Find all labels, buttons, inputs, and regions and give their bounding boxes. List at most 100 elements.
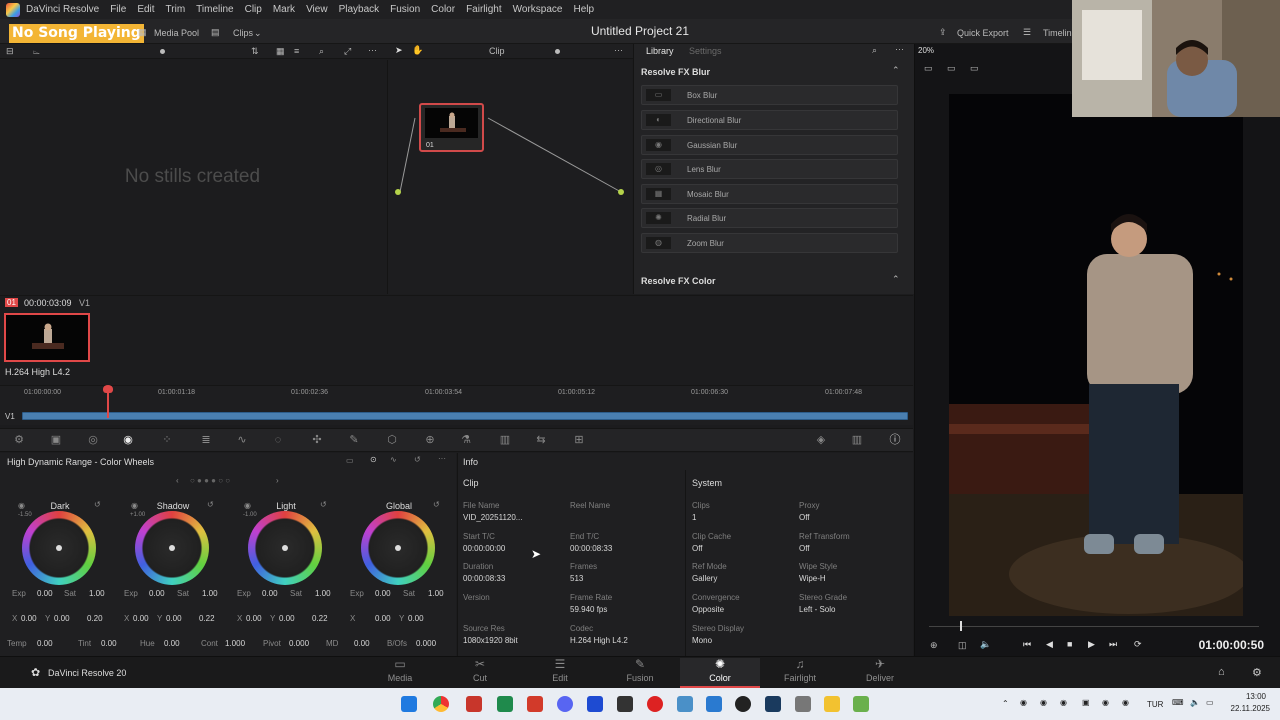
skip-start-icon[interactable]: ⏮ <box>1023 639 1031 650</box>
recorder-icon[interactable] <box>647 696 663 712</box>
menu-view[interactable]: View <box>306 4 328 15</box>
windows-start-icon[interactable] <box>401 696 417 712</box>
menu-mark[interactable]: Mark <box>273 4 295 15</box>
window-icon[interactable]: ⬡ <box>386 434 398 446</box>
menu-workspace[interactable]: Workspace <box>513 4 563 15</box>
color-wheel-light[interactable] <box>248 511 322 585</box>
fx-radial-blur[interactable]: ✺ Radial Blur <box>641 208 898 228</box>
tab-settings[interactable]: Settings <box>689 46 722 56</box>
viewer-image[interactable] <box>949 94 1243 616</box>
keyframes-icon[interactable]: ◈ <box>815 434 827 446</box>
x-value-shadow[interactable]: 0.00 <box>133 614 149 623</box>
menu-playback[interactable]: Playback <box>339 4 380 15</box>
pivot-value[interactable]: 0.000 <box>289 639 309 648</box>
y-value-shadow[interactable]: 0.22 <box>199 614 215 623</box>
bofs-value[interactable]: 0.000 <box>416 639 436 648</box>
color-wheel-global[interactable] <box>361 511 435 585</box>
page-prev-icon[interactable]: ‹ <box>176 476 179 485</box>
loop-icon[interactable]: ⟳ <box>1134 639 1142 650</box>
exp-value-global[interactable]: 0.00 <box>375 589 391 598</box>
clock-date[interactable]: 22.11.2025 <box>1222 704 1270 713</box>
tray-app-icon[interactable]: ◉ <box>1122 698 1129 707</box>
tray-app-icon[interactable]: ◉ <box>1102 698 1109 707</box>
vivaldi-icon[interactable] <box>466 696 482 712</box>
app-icon[interactable] <box>795 696 811 712</box>
menu-fairlight[interactable]: Fairlight <box>466 4 502 15</box>
key-icon[interactable]: ⇆ <box>535 434 547 446</box>
hdr-wheels-icon[interactable]: ◉ <box>122 434 134 446</box>
zoom-slider-handle[interactable] <box>555 49 560 54</box>
play-icon[interactable]: ▶ <box>1088 639 1095 650</box>
menu-edit[interactable]: Edit <box>137 4 154 15</box>
more-options-icon[interactable]: ··· <box>368 45 377 55</box>
x-value-dark[interactable]: 0.00 <box>21 614 37 623</box>
sat-value-shadow[interactable]: 1.00 <box>202 589 218 598</box>
hand-tool-icon[interactable]: ✋ <box>412 45 423 56</box>
output-node-dot[interactable] <box>618 189 624 195</box>
terminal-icon[interactable] <box>497 696 513 712</box>
motion-effects-icon[interactable]: ≣ <box>200 434 212 446</box>
y-value-dark-a[interactable]: 0.00 <box>54 614 70 623</box>
tray-chevron-icon[interactable]: ⌃ <box>1002 699 1009 708</box>
wheel-reset-icon[interactable]: ↺ <box>433 500 440 509</box>
edge-icon[interactable] <box>706 696 722 712</box>
wheel-reset-icon[interactable]: ↺ <box>320 500 327 509</box>
sizing-icon[interactable]: ⊞ <box>573 434 585 446</box>
sat-value-dark[interactable]: 1.00 <box>89 589 105 598</box>
wheel-center[interactable] <box>395 545 401 551</box>
home-icon[interactable]: ⌂ <box>1218 666 1225 678</box>
still-icon[interactable]: ⌳ <box>33 46 40 57</box>
page-tab-fusion[interactable]: ✎ Fusion <box>600 658 680 688</box>
wheel-center[interactable] <box>56 545 62 551</box>
color-node[interactable]: 01 <box>419 103 484 152</box>
obs-icon[interactable] <box>735 696 751 712</box>
page-dots[interactable]: ○ ● ● ● ○ ○ <box>190 476 230 485</box>
rgb-mixer-icon[interactable]: ⁘ <box>161 434 173 446</box>
target-icon[interactable]: ⊙ <box>370 455 377 464</box>
color-match-icon[interactable]: ▣ <box>50 434 62 446</box>
exp-value-dark[interactable]: 0.00 <box>37 589 53 598</box>
wheel-center[interactable] <box>282 545 288 551</box>
y-value-shadow-a[interactable]: 0.00 <box>166 614 182 623</box>
play-reverse-icon[interactable]: ◀ <box>1046 639 1053 650</box>
search-icon[interactable]: ⌕ <box>319 46 324 57</box>
explorer-icon[interactable] <box>677 696 693 712</box>
color-wheel-dark[interactable] <box>22 511 96 585</box>
stop-icon[interactable]: ■ <box>1067 639 1072 649</box>
tab-library[interactable]: Library <box>646 46 674 56</box>
magic-mask-icon[interactable]: ⚗ <box>460 434 472 446</box>
viewer-scrubber-handle[interactable] <box>960 621 962 631</box>
page-tab-fairlight[interactable]: ♫ Fairlight <box>760 658 840 688</box>
split-icon[interactable]: ▭ <box>947 63 956 74</box>
chevron-down-icon[interactable]: ⌄ <box>254 28 262 39</box>
fx-box-blur[interactable]: ▭ Box Blur <box>641 85 898 105</box>
filezilla-icon[interactable] <box>527 696 543 712</box>
clips-icon[interactable]: ▤ <box>211 27 220 38</box>
camera-raw-icon[interactable]: ⚙ <box>13 434 25 446</box>
sat-value-global[interactable]: 1.00 <box>428 589 444 598</box>
folder-icon[interactable] <box>824 696 840 712</box>
menu-timeline[interactable]: Timeline <box>196 4 233 15</box>
script-icon[interactable] <box>853 696 869 712</box>
settings-gear-icon[interactable]: ⚙ <box>1252 666 1262 679</box>
list-view-icon[interactable]: ≡ <box>294 46 299 56</box>
menu-clip[interactable]: Clip <box>245 4 262 15</box>
curves-icon[interactable]: ∿ <box>236 434 248 446</box>
wheel-center[interactable] <box>169 545 175 551</box>
page-tab-edit[interactable]: ☰ Edit <box>520 658 600 688</box>
viewer-scrubber[interactable] <box>929 626 1259 627</box>
discord-icon[interactable] <box>557 696 573 712</box>
fx-mosaic-blur[interactable]: ▦ Mosaic Blur <box>641 184 898 204</box>
page-tab-color[interactable]: ✺ Color <box>680 658 760 688</box>
tray-app-icon[interactable]: ◉ <box>1040 698 1047 707</box>
size-slider-handle[interactable] <box>160 49 165 54</box>
clock-time[interactable]: 13:00 <box>1230 692 1266 701</box>
color-warper-icon[interactable]: ◌ <box>272 434 284 446</box>
layers-icon[interactable]: ◫ <box>958 640 967 651</box>
tray-app-icon[interactable]: ▣ <box>1082 698 1090 707</box>
md-value[interactable]: 0.00 <box>354 639 370 648</box>
quick-export-button[interactable]: Quick Export <box>957 28 1009 38</box>
library-more-icon[interactable]: ··· <box>895 44 904 54</box>
page-next-icon[interactable]: › <box>276 476 279 485</box>
clip-thumbnail[interactable] <box>4 313 90 362</box>
